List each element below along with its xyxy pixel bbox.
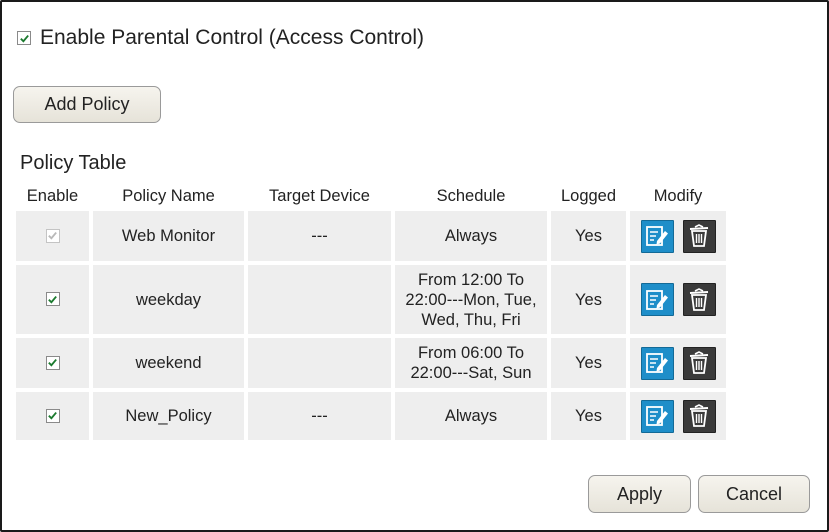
schedule: Always <box>395 392 547 440</box>
schedule: From 06:00 To 22:00---Sat, Sun <box>395 338 547 388</box>
table-row: Web Monitor --- Always Yes <box>16 211 726 261</box>
table-row: weekday From 12:00 To 22:00---Mon, Tue, … <box>16 265 726 334</box>
check-icon <box>19 34 29 43</box>
target-device: --- <box>248 392 391 440</box>
policy-name: New_Policy <box>93 392 244 440</box>
col-target-device: Target Device <box>269 186 370 205</box>
enable-parental-control-label: Enable Parental Control (Access Control) <box>40 26 425 49</box>
policy-name: Web Monitor <box>93 211 244 261</box>
check-icon <box>48 358 57 367</box>
check-icon <box>48 411 57 420</box>
policy-name: weekend <box>93 338 244 388</box>
logged: Yes <box>551 338 626 388</box>
target-device: --- <box>248 211 391 261</box>
schedule-line: Always <box>444 407 498 425</box>
trash-icon[interactable] <box>682 219 716 253</box>
row-enable-cell <box>16 211 89 261</box>
col-logged: Logged <box>560 186 617 205</box>
schedule-line: From 06:00 To <box>417 344 525 362</box>
parental-control-panel: Enable Parental Control (Access Control)… <box>0 0 829 532</box>
table-row: weekend From 06:00 To 22:00---Sat, Sun Y… <box>16 338 726 388</box>
target-device <box>248 265 391 334</box>
row-enable-checkbox <box>45 228 60 243</box>
modify-cell <box>630 338 726 388</box>
check-icon <box>48 231 57 240</box>
check-icon <box>48 295 57 304</box>
modify-cell <box>630 211 726 261</box>
row-enable-cell <box>16 392 89 440</box>
apply-button[interactable]: Apply <box>588 475 691 513</box>
policy-table-header: Enable Policy Name Target Device Schedul… <box>16 185 726 207</box>
row-enable-cell <box>16 265 89 334</box>
schedule-line: Always <box>444 227 498 245</box>
schedule-line: 22:00---Sat, Sun <box>410 364 532 382</box>
target-device <box>248 338 391 388</box>
schedule: From 12:00 To 22:00---Mon, Tue, Wed, Thu… <box>395 265 547 334</box>
row-enable-cell <box>16 338 89 388</box>
schedule-line: From 12:00 To <box>417 270 525 289</box>
schedule-line: Wed, Thu, Fri <box>421 310 521 329</box>
edit-icon[interactable] <box>640 346 674 380</box>
row-enable-checkbox[interactable] <box>45 355 60 370</box>
col-modify: Modify <box>653 186 703 205</box>
enable-parental-control-checkbox[interactable] <box>17 31 31 45</box>
trash-icon[interactable] <box>682 399 716 433</box>
schedule: Always <box>395 211 547 261</box>
modify-cell <box>630 265 726 334</box>
schedule-line: 22:00---Mon, Tue, <box>405 290 537 309</box>
enable-parental-control[interactable]: Enable Parental Control (Access Control) <box>17 26 424 50</box>
policy-table: Enable Policy Name Target Device Schedul… <box>12 181 730 444</box>
edit-icon[interactable] <box>640 219 674 253</box>
table-row: New_Policy --- Always Yes <box>16 392 726 440</box>
col-schedule: Schedule <box>436 186 506 205</box>
col-policy-name: Policy Name <box>122 186 215 205</box>
logged: Yes <box>551 265 626 334</box>
trash-icon[interactable] <box>682 346 716 380</box>
policy-table-caption: Policy Table <box>20 152 127 174</box>
logged: Yes <box>551 211 626 261</box>
policy-name: weekday <box>93 265 244 334</box>
cancel-button[interactable]: Cancel <box>698 475 810 513</box>
row-enable-checkbox[interactable] <box>45 408 60 423</box>
row-enable-checkbox[interactable] <box>45 292 60 306</box>
col-enable: Enable <box>26 186 79 205</box>
add-policy-button[interactable]: Add Policy <box>13 86 161 123</box>
edit-icon[interactable] <box>640 283 674 316</box>
logged: Yes <box>551 392 626 440</box>
trash-icon[interactable] <box>682 283 716 316</box>
edit-icon[interactable] <box>640 399 674 433</box>
modify-cell <box>630 392 726 440</box>
